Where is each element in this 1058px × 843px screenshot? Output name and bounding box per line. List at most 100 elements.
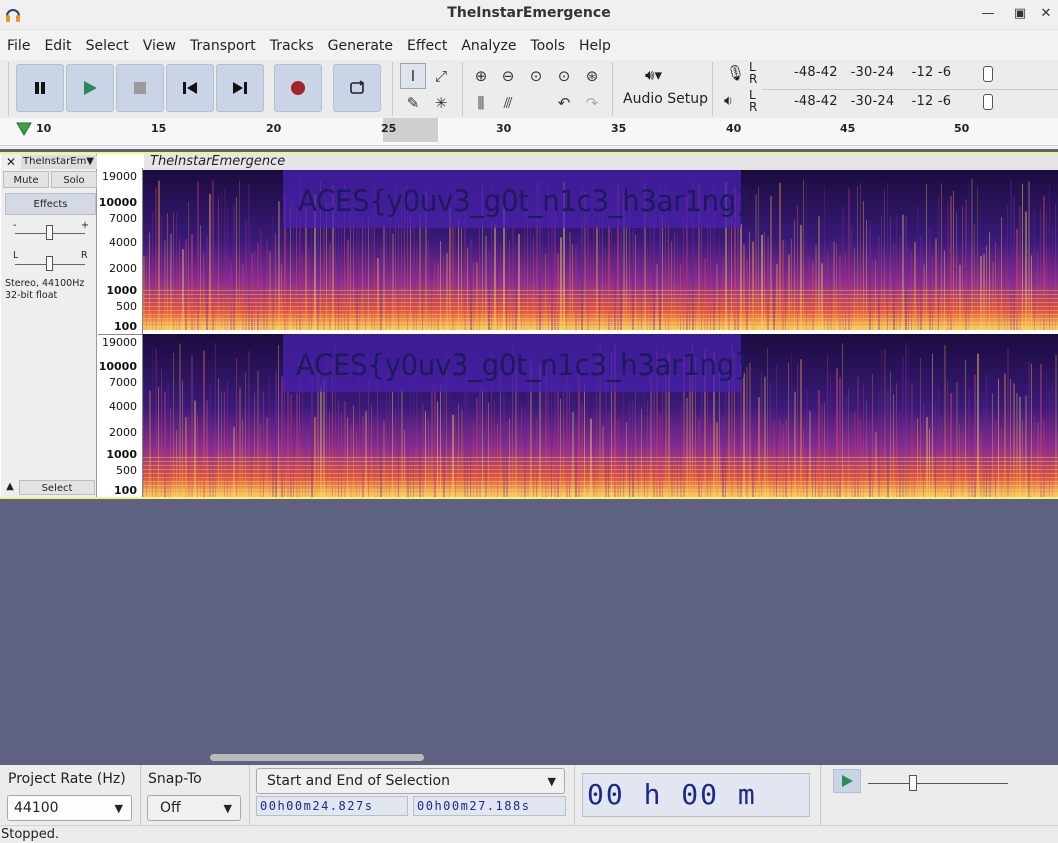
- maximize-icon[interactable]: ▣: [1010, 4, 1030, 24]
- record-meter-r: R: [749, 72, 758, 86]
- collapse-track-icon[interactable]: ▲: [3, 481, 17, 496]
- zoom-out-icon: ⊖: [501, 67, 515, 85]
- spectrogram-right-channel[interactable]: ACES{y0uv3_g0t_n1c3_h3ar1ng}: [143, 334, 1058, 497]
- selection-tool-button[interactable]: I: [400, 63, 426, 89]
- clip-title-bar[interactable]: TheInstarEmergence: [144, 154, 1058, 170]
- undo-button[interactable]: ↶: [551, 90, 577, 116]
- spectrogram-left-channel[interactable]: ACES{y0uv3_g0t_n1c3_h3ar1ng}: [143, 170, 1058, 330]
- record-meter-slider[interactable]: [983, 66, 993, 82]
- menu-file[interactable]: File: [0, 34, 37, 58]
- menu-tools[interactable]: Tools: [524, 34, 573, 58]
- zoom-toggle-icon: ⊛: [585, 67, 599, 85]
- window-title: TheInstarEmergence: [447, 5, 611, 21]
- trim-audio-icon: ⫼: [477, 94, 485, 112]
- fit-selection-button[interactable]: ⊙: [523, 63, 549, 89]
- pencil-icon: ✎: [406, 94, 420, 112]
- menu-transport[interactable]: Transport: [183, 34, 263, 58]
- freq-label: 7000: [109, 212, 137, 225]
- selection-toolbar: Project Rate (Hz) 44100 ▼ Snap-To Off ▼ St…: [0, 765, 1058, 843]
- skip-to-start-button[interactable]: [166, 64, 214, 112]
- audio-setup-button[interactable]: Audio Setup: [623, 91, 708, 107]
- multi-tool-button[interactable]: ✳: [428, 90, 454, 116]
- play-icon: [84, 81, 97, 95]
- track-name: TheInstarEm: [23, 156, 87, 167]
- ruler-tick: 25: [381, 122, 397, 135]
- playback-speaker-icon[interactable]: 🔉︎: [724, 93, 733, 109]
- hidden-message-text: ACES{y0uv3_g0t_n1c3_h3ar1ng}: [296, 348, 752, 382]
- freq-label: 2000: [109, 262, 137, 275]
- menu-generate[interactable]: Generate: [321, 34, 400, 58]
- selection-start-time[interactable]: 00h00m24.827s: [256, 796, 408, 816]
- redo-button[interactable]: ↷: [579, 90, 605, 116]
- menu-analyze[interactable]: Analyze: [454, 34, 523, 58]
- selection-mode-select[interactable]: Start and End of Selection ▼: [256, 768, 565, 794]
- play-speed-thumb[interactable]: [909, 775, 917, 791]
- close-track-icon[interactable]: ✕: [3, 155, 19, 169]
- play-speed-slider[interactable]: [868, 783, 1008, 784]
- freq-label: 7000: [109, 376, 137, 389]
- gain-slider-thumb[interactable]: [46, 225, 53, 240]
- play-at-speed-button[interactable]: [833, 769, 861, 793]
- draw-tool-button[interactable]: ✎: [400, 90, 426, 116]
- scrollbar-thumb[interactable]: [210, 754, 424, 761]
- pan-left-label: L: [13, 250, 19, 261]
- skip-to-end-button[interactable]: [216, 64, 264, 112]
- audio-track[interactable]: ✕ TheInstarEm ▼ Mute Solo Effects - + L R…: [0, 152, 1058, 499]
- solo-button[interactable]: Solo: [51, 171, 97, 188]
- zoom-out-button[interactable]: ⊖: [495, 63, 521, 89]
- playback-meter-slider[interactable]: [983, 94, 993, 110]
- menu-view[interactable]: View: [136, 34, 183, 58]
- track-area[interactable]: ✕ TheInstarEm ▼ Mute Solo Effects - + L R…: [0, 149, 1058, 749]
- trim-button[interactable]: ⫼: [468, 90, 494, 116]
- menu-edit[interactable]: Edit: [37, 34, 78, 58]
- gain-minus-label: -: [13, 220, 17, 231]
- play-button[interactable]: [66, 64, 114, 112]
- track-control-panel: ✕ TheInstarEm ▼ Mute Solo Effects - + L R…: [1, 154, 97, 497]
- menu-effect[interactable]: Effect: [400, 34, 454, 58]
- freq-label: 19000: [102, 170, 137, 183]
- select-track-button[interactable]: Select: [19, 480, 95, 495]
- chevron-down-icon: ▼: [223, 802, 232, 815]
- zoom-in-button[interactable]: ⊕: [468, 63, 494, 89]
- speaker-icon: 🔊︎▾: [645, 66, 662, 84]
- audio-position-display[interactable]: 00 h 00 m 25 s: [582, 773, 810, 843]
- envelope-tool-button[interactable]: ⤢: [428, 63, 454, 89]
- freq-label: 500: [116, 300, 137, 313]
- microphone-icon[interactable]: 🎙︎: [726, 64, 745, 82]
- timeline-ruler[interactable]: 10 15 20 25 30 35 40 45 50: [0, 118, 1058, 146]
- fit-project-button[interactable]: ⊙: [551, 63, 577, 89]
- pan-right-label: R: [81, 250, 88, 261]
- silence-button[interactable]: ⫻: [495, 90, 521, 116]
- pause-button[interactable]: [16, 64, 64, 112]
- record-meter-scale[interactable]: -48-42 -30-24 -12 -6: [794, 65, 951, 80]
- ruler-tick: 40: [726, 122, 742, 135]
- record-button[interactable]: [274, 64, 322, 112]
- horizontal-scrollbar[interactable]: [0, 749, 1058, 765]
- menu-select[interactable]: Select: [79, 34, 136, 58]
- status-text: Stopped.: [1, 827, 60, 842]
- playback-meter-scale[interactable]: -48-42 -30-24 -12 -6: [794, 94, 951, 109]
- mute-button[interactable]: Mute: [3, 171, 49, 188]
- menu-help[interactable]: Help: [572, 34, 618, 58]
- freq-label: 100: [114, 484, 137, 497]
- frequency-ruler[interactable]: 19000 10000 7000 4000 2000 1000 500 100 …: [98, 168, 143, 497]
- menu-tracks[interactable]: Tracks: [263, 34, 321, 58]
- play-head-icon[interactable]: [16, 122, 32, 136]
- pan-slider-thumb[interactable]: [46, 256, 53, 271]
- snap-to-select[interactable]: Off ▼: [147, 795, 241, 821]
- selection-end-value: 00h00m27.188s: [417, 799, 531, 813]
- close-icon[interactable]: ✕: [1036, 4, 1056, 24]
- effects-button[interactable]: Effects: [5, 193, 96, 215]
- selection-end-time[interactable]: 00h00m27.188s: [413, 796, 566, 816]
- project-rate-select[interactable]: 44100 ▼: [7, 795, 132, 821]
- track-name-menu[interactable]: TheInstarEm ▼: [21, 155, 97, 169]
- ruler-tick: 45: [840, 122, 856, 135]
- stop-icon: [134, 82, 146, 94]
- stop-button[interactable]: [116, 64, 164, 112]
- minimize-icon[interactable]: —: [978, 4, 998, 24]
- zoom-fit-icon: ⊙: [557, 67, 571, 85]
- zoom-toggle-button[interactable]: ⊛: [579, 63, 605, 89]
- loop-button[interactable]: [333, 64, 381, 112]
- skip-end-icon: [233, 82, 247, 94]
- record-icon: [291, 81, 305, 95]
